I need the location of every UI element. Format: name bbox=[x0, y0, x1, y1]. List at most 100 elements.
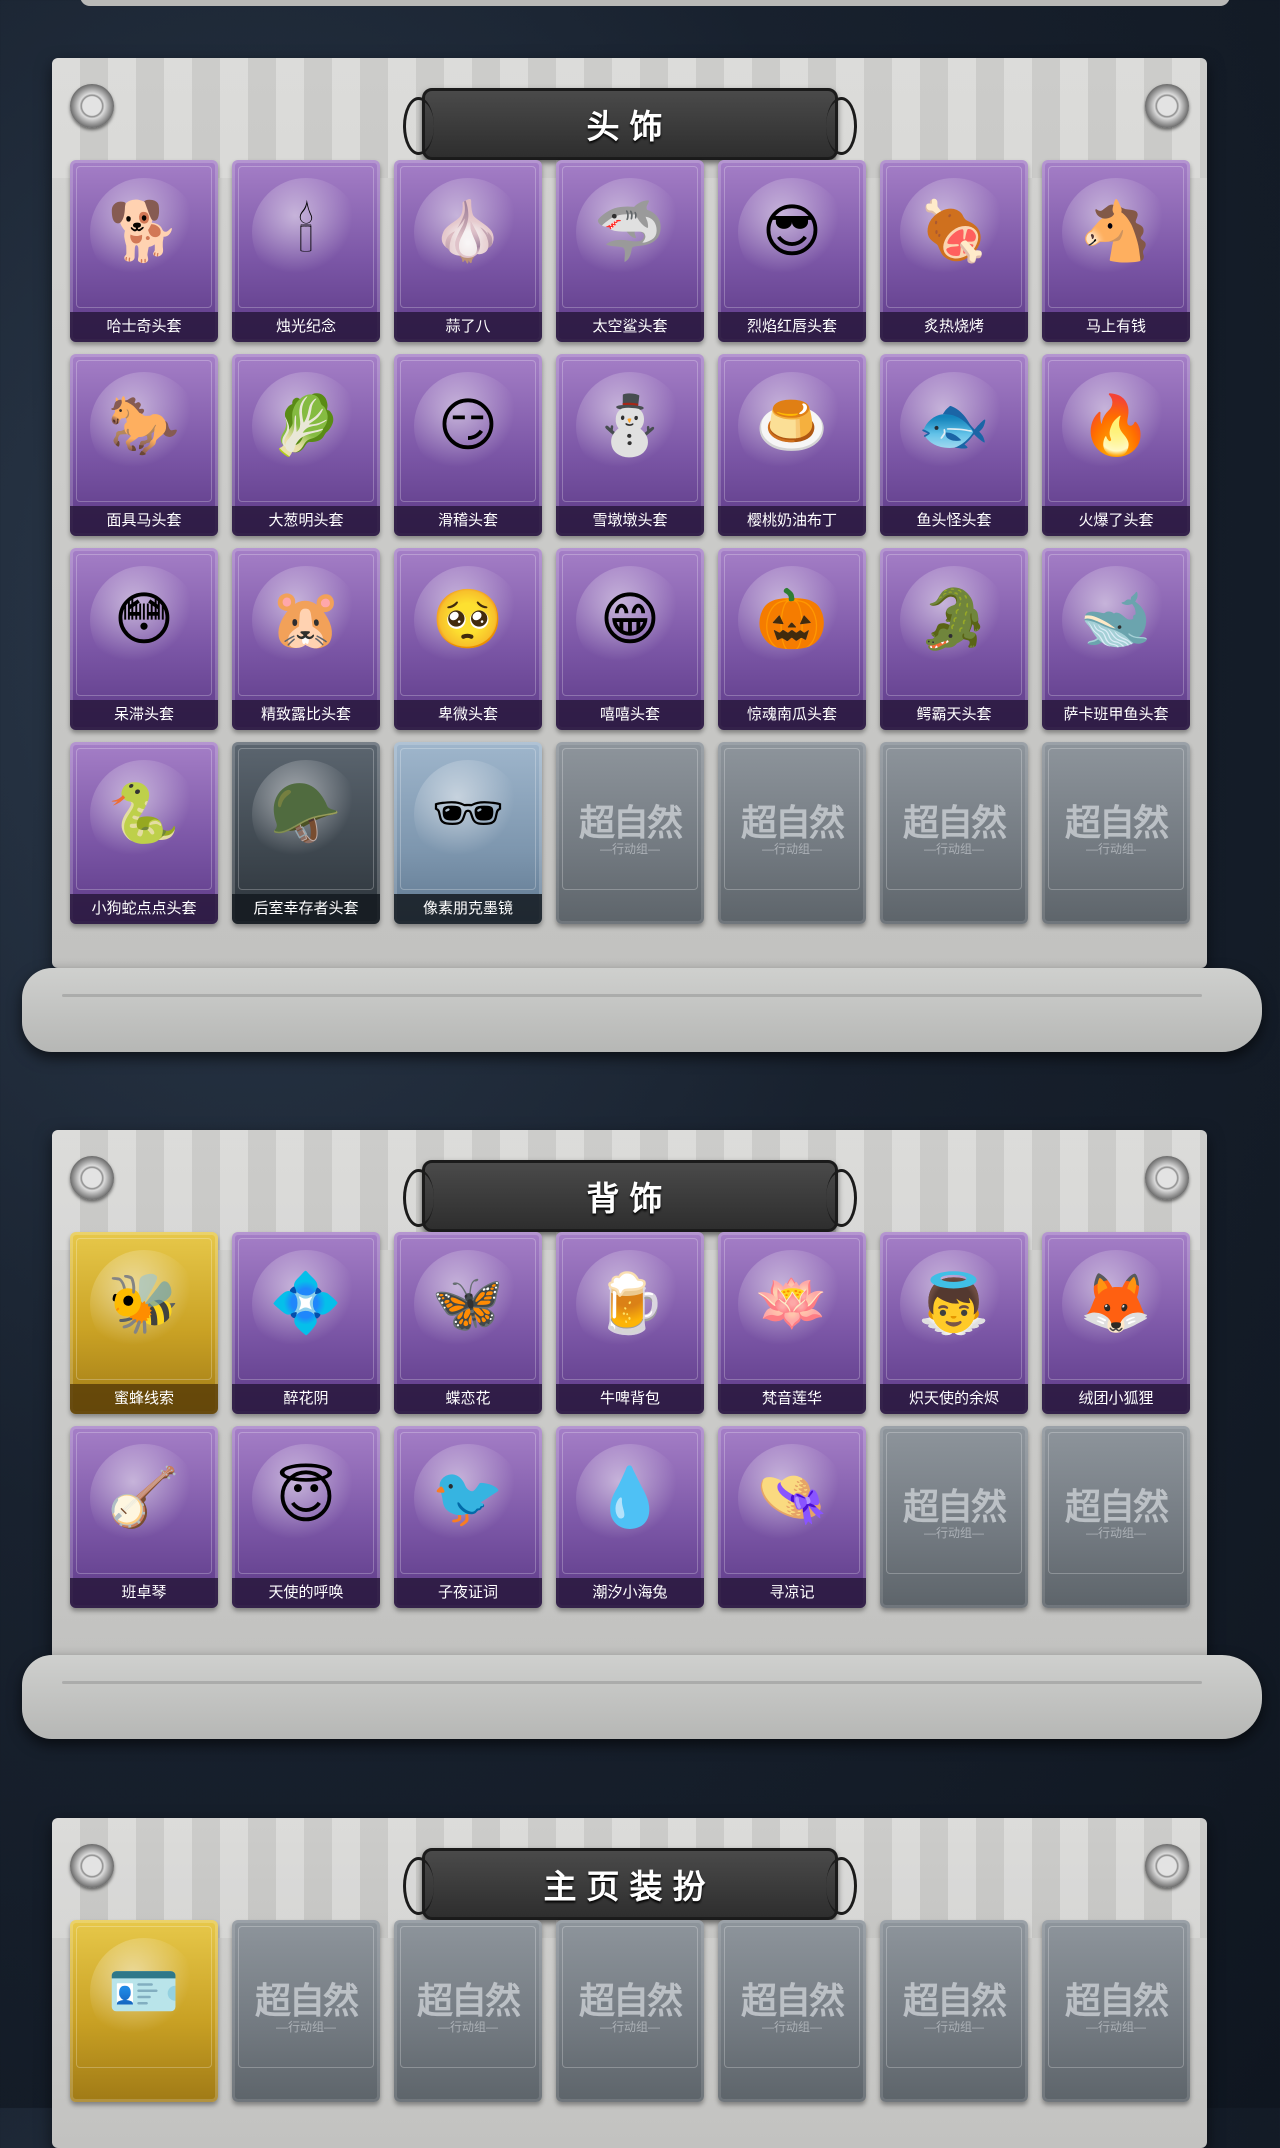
item-label: 子夜证词 bbox=[394, 1578, 542, 1608]
watermark-subtitle: —行动组— bbox=[923, 1526, 984, 1540]
snake-icon: 🐍 bbox=[90, 760, 198, 868]
item-label: 后室幸存者头套 bbox=[232, 894, 380, 924]
watermark-logo: 超自然 bbox=[578, 802, 683, 844]
item-card[interactable]: 🪷 梵音莲华 bbox=[718, 1232, 866, 1414]
item-card[interactable]: 🐊 鳄霸天头套 bbox=[880, 548, 1028, 730]
empty-slot-card[interactable]: 超自然 —行动组— bbox=[718, 1920, 866, 2102]
smirk-face-icon: 😏 bbox=[414, 372, 522, 480]
item-card[interactable]: 🐦 子夜证词 bbox=[394, 1426, 542, 1608]
item-card[interactable]: 😇 天使的呼唤 bbox=[232, 1426, 380, 1608]
item-label: 梵音莲华 bbox=[718, 1384, 866, 1414]
empty-slot-card[interactable]: 超自然 —行动组— bbox=[1042, 742, 1190, 924]
pikachu-mask-icon: 😎 bbox=[738, 178, 846, 286]
item-label: 寻凉记 bbox=[718, 1578, 866, 1608]
empty-slot-card[interactable]: 超自然 —行动组— bbox=[394, 1920, 542, 2102]
item-card[interactable]: 🧄 蒜了八 bbox=[394, 160, 542, 342]
item-label: 雪墩墩头套 bbox=[556, 506, 704, 536]
item-card[interactable]: 🥺 卑微头套 bbox=[394, 548, 542, 730]
item-card[interactable]: 😏 滑稽头套 bbox=[394, 354, 542, 536]
gas-mask-icon: 🪖 bbox=[252, 760, 360, 868]
empty-slot-card[interactable]: 超自然 —行动组— bbox=[556, 1920, 704, 2102]
item-label: 牛啤背包 bbox=[556, 1384, 704, 1414]
item-card[interactable]: 🔥 火爆了头套 bbox=[1042, 354, 1190, 536]
flower-ornament-icon: 💠 bbox=[252, 1250, 360, 1358]
item-card[interactable]: 🕯 烛光纪念 bbox=[232, 160, 380, 342]
item-label: 绒团小狐狸 bbox=[1042, 1384, 1190, 1414]
cherub-icon: 😇 bbox=[252, 1444, 360, 1552]
item-card[interactable]: 🪕 班卓琴 bbox=[70, 1426, 218, 1608]
watermark-subtitle: —行动组— bbox=[1085, 842, 1146, 856]
item-label: 天使的呼唤 bbox=[232, 1578, 380, 1608]
item-card[interactable]: 🍮 樱桃奶油布丁 bbox=[718, 354, 866, 536]
crow-doctor-icon: 🐦 bbox=[414, 1444, 522, 1552]
item-label: 哈士奇头套 bbox=[70, 312, 218, 342]
crocodile-icon: 🐊 bbox=[900, 566, 1008, 674]
item-card[interactable]: 🦋 蝶恋花 bbox=[394, 1232, 542, 1414]
top-panel-edge bbox=[80, 0, 1230, 6]
item-card[interactable]: 🐹 精致露比头套 bbox=[232, 548, 380, 730]
item-card[interactable]: 🍖 炙热烧烤 bbox=[880, 160, 1028, 342]
backwear-panel: 背饰 🐝 蜜蜂线索 💠 醉花阴 🦋 蝶恋花 🍺 牛啤背包 🪷 梵音莲华 👼 炽天使的余烬 🦊 绒团小狐狸 🪕… bbox=[52, 1130, 1207, 1660]
watermark-logo: 超自然 bbox=[578, 1980, 683, 2022]
watermark-subtitle: —行动组— bbox=[599, 842, 660, 856]
item-card[interactable]: 😳 呆滞头套 bbox=[70, 548, 218, 730]
lotus-girl-icon: 🪷 bbox=[738, 1250, 846, 1358]
item-card[interactable]: 🐴 马上有钱 bbox=[1042, 160, 1190, 342]
armored-fish-icon: 🐋 bbox=[1062, 566, 1170, 674]
empty-slot-card[interactable]: 超自然 —行动组— bbox=[1042, 1426, 1190, 1608]
watermark-subtitle: —行动组— bbox=[1085, 1526, 1146, 1540]
empty-slot-card[interactable]: 超自然 —行动组— bbox=[880, 1920, 1028, 2102]
item-card[interactable]: 🪖 后室幸存者头套 bbox=[232, 742, 380, 924]
item-card[interactable]: 🦈 太空鲨头套 bbox=[556, 160, 704, 342]
item-card[interactable]: 🍺 牛啤背包 bbox=[556, 1232, 704, 1414]
item-card[interactable]: 🐕 哈士奇头套 bbox=[70, 160, 218, 342]
empty-slot-card[interactable]: 超自然 —行动组— bbox=[880, 742, 1028, 924]
pink-beaver-icon: 🐹 bbox=[252, 566, 360, 674]
watermark-logo: 超自然 bbox=[416, 1980, 521, 2022]
item-label: 像素朋克墨镜 bbox=[394, 894, 542, 924]
candle-icon: 🕯 bbox=[252, 178, 360, 286]
item-label: 蒜了八 bbox=[394, 312, 542, 342]
horse-mask-icon: 🐎 bbox=[90, 372, 198, 480]
item-label: 炙热烧烤 bbox=[880, 312, 1028, 342]
item-label: 醉花阴 bbox=[232, 1384, 380, 1414]
item-card[interactable]: 😁 嘻嘻头套 bbox=[556, 548, 704, 730]
item-card[interactable]: ⛄ 雪墩墩头套 bbox=[556, 354, 704, 536]
item-card[interactable]: 🦊 绒团小狐狸 bbox=[1042, 1232, 1190, 1414]
shark-icon: 🦈 bbox=[576, 178, 684, 286]
empty-slot-card[interactable]: 超自然 —行动组— bbox=[232, 1920, 380, 2102]
item-card[interactable]: 💠 醉花阴 bbox=[232, 1232, 380, 1414]
item-label: 马上有钱 bbox=[1042, 312, 1190, 342]
item-card[interactable]: 👒 寻凉记 bbox=[718, 1426, 866, 1608]
watermark-subtitle: —行动组— bbox=[599, 2020, 660, 2034]
section-title: 头饰 bbox=[586, 107, 673, 146]
item-card[interactable]: 🕶 像素朋克墨镜 bbox=[394, 742, 542, 924]
item-card[interactable]: 🐋 萨卡班甲鱼头套 bbox=[1042, 548, 1190, 730]
pumpkin-icon: 🎃 bbox=[738, 566, 846, 674]
item-card[interactable]: 🐎 面具马头套 bbox=[70, 354, 218, 536]
empty-slot-card[interactable]: 超自然 —行动组— bbox=[1042, 1920, 1190, 2102]
section-title-banner: 主页装扮 bbox=[402, 1848, 857, 1920]
item-card[interactable]: 🥬 大葱明头套 bbox=[232, 354, 380, 536]
item-label: 面具马头套 bbox=[70, 506, 218, 536]
scroll-base bbox=[22, 968, 1262, 1052]
empty-slot-card[interactable]: 超自然 —行动组— bbox=[556, 742, 704, 924]
item-label: 樱桃奶油布丁 bbox=[718, 506, 866, 536]
empty-slot-card[interactable]: 超自然 —行动组— bbox=[880, 1426, 1028, 1608]
watermark-logo: 超自然 bbox=[254, 1980, 359, 2022]
pudding-icon: 🍮 bbox=[738, 372, 846, 480]
item-card[interactable]: 🐟 鱼头怪头套 bbox=[880, 354, 1028, 536]
section-title: 背饰 bbox=[586, 1179, 673, 1218]
item-card[interactable]: 🐝 蜜蜂线索 bbox=[70, 1232, 218, 1414]
item-card[interactable]: 👼 炽天使的余烬 bbox=[880, 1232, 1028, 1414]
profile-card-icon: 🪪 bbox=[90, 1938, 198, 2046]
item-card[interactable]: 🐍 小狗蛇点点头套 bbox=[70, 742, 218, 924]
item-card[interactable]: 🪪 bbox=[70, 1920, 218, 2102]
item-card[interactable]: 💧 潮汐小海兔 bbox=[556, 1426, 704, 1608]
item-card[interactable]: 😎 烈焰红唇头套 bbox=[718, 160, 866, 342]
item-label: 精致露比头套 bbox=[232, 700, 380, 730]
item-label: 班卓琴 bbox=[70, 1578, 218, 1608]
corner-ornament-icon bbox=[70, 1156, 114, 1200]
item-card[interactable]: 🎃 惊魂南瓜头套 bbox=[718, 548, 866, 730]
empty-slot-card[interactable]: 超自然 —行动组— bbox=[718, 742, 866, 924]
